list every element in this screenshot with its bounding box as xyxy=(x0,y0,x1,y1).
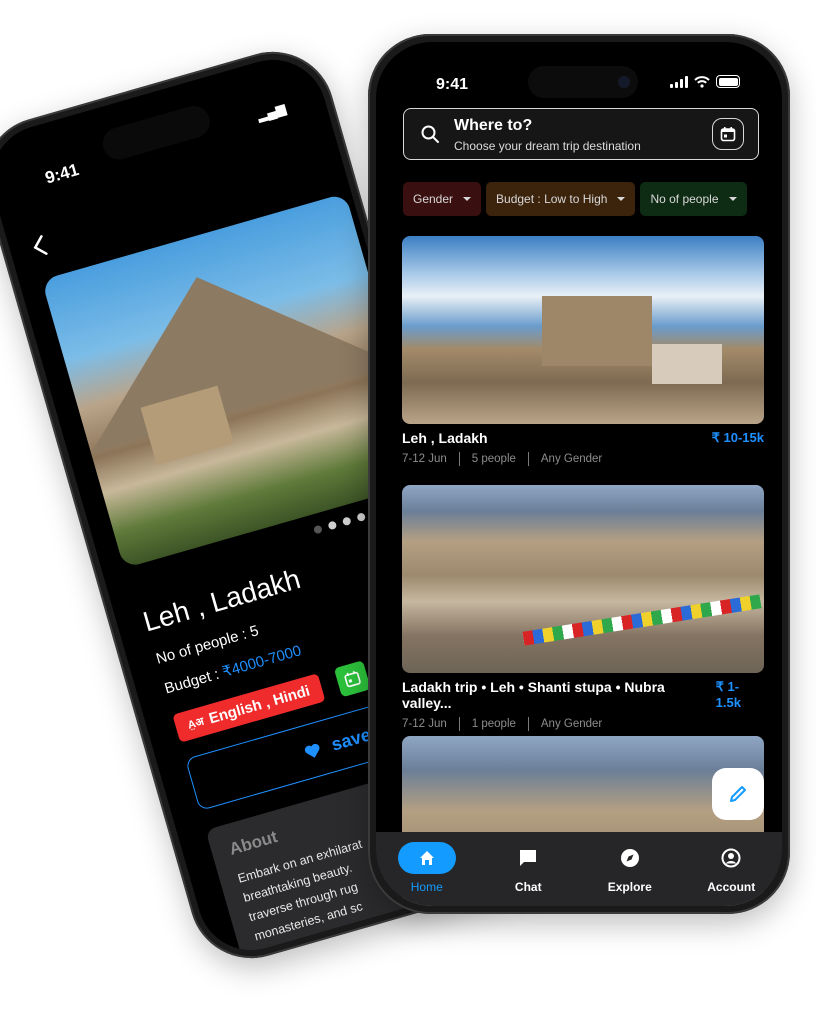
tab-label: Explore xyxy=(607,880,652,894)
calendar-icon xyxy=(344,670,361,688)
tab-explore[interactable]: Explore xyxy=(585,842,675,894)
trip-meta: 7-12 Jun 5 people Any Gender xyxy=(402,452,764,466)
filter-people[interactable]: No of people xyxy=(640,182,747,216)
filter-label: Budget : Low to High xyxy=(496,192,608,206)
palace-shape xyxy=(542,296,652,366)
save-label: save xyxy=(328,723,373,755)
home-icon xyxy=(419,851,434,865)
filter-budget[interactable]: Budget : Low to High xyxy=(486,182,636,216)
search-subtitle: Choose your dream trip destination xyxy=(454,139,641,153)
divider xyxy=(458,717,460,731)
tab-home[interactable]: Home xyxy=(382,842,472,894)
filter-bar: Gender Budget : Low to High No of people xyxy=(403,182,747,216)
trip-name: Leh , Ladakh xyxy=(402,430,488,446)
pencil-icon xyxy=(730,786,746,802)
budget-value: ₹4000-7000 xyxy=(220,642,304,681)
camera-dot xyxy=(618,76,630,88)
divider xyxy=(458,452,460,466)
trip-gender: Any Gender xyxy=(540,453,603,465)
wifi-icon xyxy=(694,75,710,88)
translate-icon: A̤अ xyxy=(186,715,206,732)
tab-label: Home xyxy=(410,880,443,894)
budget-label: Budget : xyxy=(162,664,226,698)
carousel-dot[interactable] xyxy=(356,512,367,523)
trip-price: ₹ 10-15k xyxy=(711,430,764,445)
language-label: English , Hindi xyxy=(207,682,312,728)
trip-card[interactable]: Ladakh trip • Leh • Shanti stupa • Nubra… xyxy=(402,485,764,731)
home-phone: 9:41 Where to? Choose your dream trip de… xyxy=(368,34,790,914)
compass-icon xyxy=(620,849,639,867)
caret-down-icon xyxy=(728,197,737,201)
trip-dates: 7-12 Jun xyxy=(402,453,447,465)
chat-icon xyxy=(520,850,537,866)
trip-name: Ladakh trip • Leh • Shanti stupa • Nubra… xyxy=(402,679,665,711)
trip-dates: 7-12 Jun xyxy=(402,718,447,730)
caret-down-icon xyxy=(463,197,472,201)
carousel-dot[interactable] xyxy=(341,516,352,527)
home-screen: 9:41 Where to? Choose your dream trip de… xyxy=(376,42,782,906)
search-title: Where to? xyxy=(454,117,533,134)
signal-icon: ▂▄▆ xyxy=(255,100,288,123)
status-icons: ▂▄▆ xyxy=(255,100,287,123)
date-picker-button[interactable] xyxy=(712,118,744,150)
tab-chat[interactable]: Chat xyxy=(483,842,573,894)
chevron-left-icon xyxy=(33,235,48,255)
status-time: 9:41 xyxy=(43,159,81,188)
about-line: memories that will la xyxy=(263,937,377,963)
signal-icon xyxy=(670,75,688,88)
calendar-icon xyxy=(720,127,736,142)
caret-down-icon xyxy=(617,197,626,201)
filter-gender[interactable]: Gender xyxy=(403,182,482,216)
status-time: 9:41 xyxy=(436,76,469,93)
tab-label: Chat xyxy=(514,880,542,894)
filter-label: Gender xyxy=(413,192,454,206)
building-shape xyxy=(652,344,722,384)
trip-people: 5 people xyxy=(471,453,516,465)
tab-account[interactable]: Account xyxy=(686,842,776,894)
trip-gender: Any Gender xyxy=(540,718,603,730)
carousel-dot[interactable] xyxy=(327,520,338,531)
dynamic-island xyxy=(99,102,214,164)
search-bar[interactable]: Where to? Choose your dream trip destina… xyxy=(403,108,759,160)
calendar-chip[interactable] xyxy=(333,660,371,698)
trip-image xyxy=(402,485,764,673)
battery-icon xyxy=(716,75,740,88)
back-button[interactable] xyxy=(29,232,51,266)
heart-icon xyxy=(304,743,320,758)
account-icon xyxy=(721,848,741,868)
tab-label: Account xyxy=(707,880,756,894)
trip-title: Leh , Ladakh xyxy=(139,563,304,638)
trip-meta: 7-12 Jun 1 people Any Gender xyxy=(402,717,764,731)
trip-card[interactable]: Leh , Ladakh ₹ 10-15k 7-12 Jun 5 people … xyxy=(402,236,764,466)
trip-people: 1 people xyxy=(471,718,516,730)
bottom-tab-bar: Home Chat Explore Account xyxy=(376,832,782,906)
create-trip-button[interactable] xyxy=(712,768,764,820)
carousel-dot[interactable] xyxy=(312,524,323,535)
prayer-flags-shape xyxy=(522,594,762,646)
search-icon xyxy=(421,125,439,143)
divider xyxy=(527,452,529,466)
trip-price: ₹ 1-1.5k xyxy=(715,679,741,710)
status-icons xyxy=(670,75,740,88)
trip-image xyxy=(402,236,764,424)
divider xyxy=(527,717,529,731)
filter-label: No of people xyxy=(650,192,719,206)
